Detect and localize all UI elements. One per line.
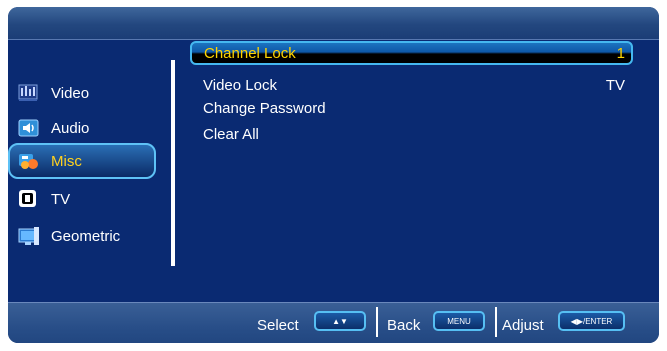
sidebar-item-video[interactable]: Video — [10, 76, 160, 110]
menu-item-label: Change Password — [203, 99, 326, 117]
sidebar-item-label: TV — [51, 190, 71, 208]
menu-item-label: Clear All — [203, 125, 259, 143]
menu-item-change-password[interactable]: Change Password — [191, 97, 631, 119]
select-key-button[interactable]: ▲▼ — [314, 311, 366, 331]
sidebar-item-label: Audio — [51, 119, 90, 137]
back-hint-label: Back — [387, 317, 421, 334]
left-right-enter-icon: ◀▶/ENTER — [570, 316, 613, 326]
video-icon — [18, 83, 40, 103]
title-bar — [8, 7, 659, 39]
menu-item-label: Video Lock — [203, 76, 277, 94]
audio-icon — [18, 118, 40, 138]
up-down-arrow-icon: ▲▼ — [332, 316, 348, 326]
sidebar-item-geometric[interactable]: Geometric — [10, 219, 160, 253]
menu-item-channel-lock[interactable]: Channel Lock 1 — [190, 41, 633, 65]
adjust-hint-label: Adjust — [502, 317, 544, 334]
menu-item-clear-all[interactable]: Clear All — [191, 123, 631, 145]
sidebar-item-misc[interactable]: Misc — [8, 143, 156, 179]
menu-item-value: TV — [605, 76, 625, 94]
sidebar-item-label: Geometric — [51, 227, 121, 245]
sidebar-item-label: Misc — [51, 152, 82, 170]
menu-item-video-lock[interactable]: Video Lock TV — [191, 74, 631, 96]
sidebar-item-audio[interactable]: Audio — [10, 111, 160, 145]
menu-item-label: Channel Lock — [204, 44, 296, 62]
select-hint-label: Select — [257, 317, 299, 334]
tv-icon — [18, 189, 40, 209]
geometric-icon — [18, 226, 40, 246]
menu-key-button[interactable]: MENU — [433, 311, 485, 331]
sidebar-item-tv[interactable]: TV — [10, 182, 160, 216]
menu-key-label: MENU — [447, 316, 471, 326]
footer-separator — [376, 307, 378, 337]
enter-key-button[interactable]: ◀▶/ENTER — [558, 311, 625, 331]
menu-divider — [171, 60, 175, 266]
misc-icon — [18, 151, 40, 171]
menu-item-value: 1 — [616, 44, 625, 62]
sidebar-item-label: Video — [51, 84, 90, 102]
footer-separator — [495, 307, 497, 337]
